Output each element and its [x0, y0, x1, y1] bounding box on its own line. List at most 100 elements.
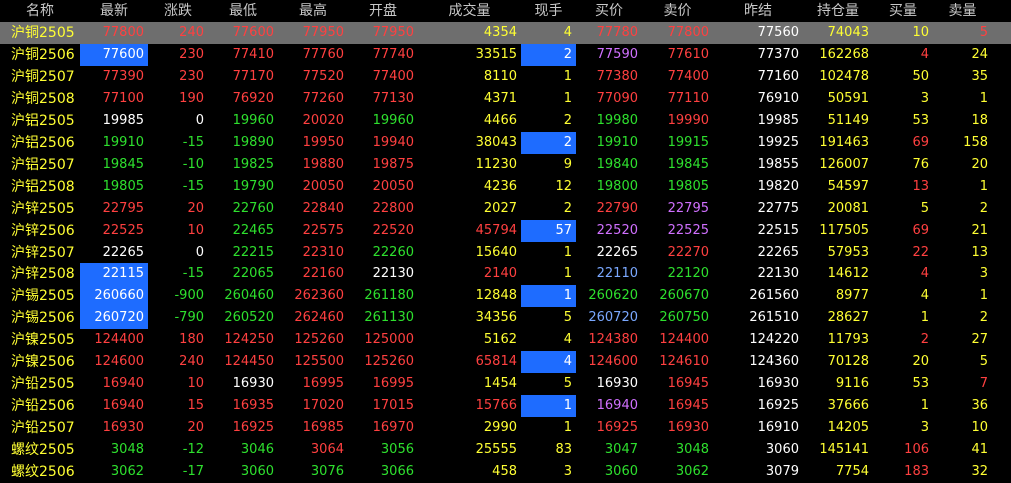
- table-row[interactable]: 沪铅2507 16930 20 16925 16985 16970 2990 1 16925 16…: [0, 417, 1011, 439]
- cell-low: 19960: [232, 112, 274, 128]
- cell-open-interest: 74043: [827, 25, 869, 40]
- table-row[interactable]: 沪锌2506 22525 10 22465 22575 22520 45794 57 22520…: [0, 219, 1011, 242]
- cell-bid: 3060: [604, 464, 638, 479]
- cell-low: 22465: [232, 222, 274, 238]
- cell-change: 10: [187, 376, 204, 392]
- column-header-change[interactable]: 涨跌: [148, 0, 208, 22]
- column-header-last-qty[interactable]: 现手: [521, 0, 576, 22]
- cell-bid: 19840: [596, 156, 638, 172]
- contract-name[interactable]: 沪锌2506: [0, 220, 80, 242]
- column-header-ask[interactable]: 卖价: [642, 0, 713, 22]
- contract-name[interactable]: 沪锡2505: [0, 285, 80, 307]
- cell-low: 22215: [232, 244, 274, 260]
- cell-open-interest: 7754: [835, 464, 869, 479]
- cell-bid-qty: 3: [920, 90, 929, 106]
- column-header-low[interactable]: 最低: [208, 0, 278, 22]
- column-header-open[interactable]: 开盘: [348, 0, 418, 22]
- cell-ask: 22525: [667, 222, 709, 238]
- cell-volume: 1454: [483, 376, 517, 392]
- contract-name[interactable]: 沪铝2506: [0, 132, 80, 154]
- cell-prev-settle: 124360: [749, 354, 799, 370]
- cell-change: 230: [179, 46, 204, 62]
- cell-open-interest: 50591: [827, 90, 869, 106]
- table-row[interactable]: 沪铅2505 16940 10 16930 16995 16995 1454 5 16930 16…: [0, 373, 1011, 395]
- cell-bid-qty: 22: [912, 244, 929, 260]
- cell-bid-qty: 3: [920, 420, 929, 436]
- contract-name[interactable]: 螺纹2506: [0, 461, 80, 483]
- table-row[interactable]: 沪铝2505 19985 0 19960 20020 19960 4466 2 19980 199…: [0, 110, 1011, 132]
- cell-change: 0: [195, 244, 204, 260]
- table-row[interactable]: 沪锌2507 22265 0 22215 22310 22260 15640 1 22265 22…: [0, 242, 1011, 264]
- table-row[interactable]: 沪铜2505 77800 240 77600 77950 77950 4354 4 77780 7…: [0, 22, 1011, 44]
- cell-latest: 22115: [80, 263, 148, 286]
- contract-name[interactable]: 沪镍2505: [0, 329, 80, 351]
- table-row[interactable]: 沪铜2508 77100 190 76920 77260 77130 4371 1 77090 7…: [0, 88, 1011, 110]
- table-row[interactable]: 沪锌2508 22115 -15 22065 22160 22130 2140 1 22110 2…: [0, 263, 1011, 286]
- contract-name[interactable]: 沪锡2506: [0, 307, 80, 329]
- table-row[interactable]: 沪镍2506 124600 240 124450 125500 125260 65814 4 1…: [0, 351, 1011, 374]
- table-row[interactable]: 沪铜2506 77600 230 77410 77760 77740 33515 2 77590…: [0, 43, 1011, 66]
- cell-last-qty: 2: [521, 131, 576, 154]
- contract-name[interactable]: 沪铝2505: [0, 110, 80, 132]
- cell-bid-qty: 5: [920, 200, 929, 216]
- cell-bid: 22520: [596, 222, 638, 238]
- cell-prev-settle: 77160: [757, 68, 799, 84]
- contract-name[interactable]: 沪铝2507: [0, 154, 80, 176]
- cell-bid-qty: 4: [920, 46, 929, 62]
- cell-open: 20050: [372, 178, 414, 194]
- table-row[interactable]: 沪铜2507 77390 230 77170 77520 77400 8110 1 77380 7…: [0, 66, 1011, 88]
- table-row[interactable]: 沪铅2506 16940 15 16935 17020 17015 15766 1 16940 1…: [0, 395, 1011, 418]
- column-header-prev-settle[interactable]: 昨结: [713, 0, 803, 22]
- cell-ask-qty: 35: [971, 68, 988, 84]
- cell-ask: 124400: [659, 332, 709, 348]
- table-row[interactable]: 螺纹2506 3062 -17 3060 3076 3066 458 3 3060 3062 307…: [0, 461, 1011, 483]
- cell-high: 262460: [294, 310, 344, 326]
- cell-ask-qty: 2: [979, 310, 988, 326]
- contract-name[interactable]: 沪锌2505: [0, 198, 80, 220]
- cell-ask-qty: 5: [979, 354, 988, 370]
- cell-change: 180: [179, 332, 204, 348]
- table-row[interactable]: 沪铝2507 19845 -10 19825 19880 19875 11230 9 19840…: [0, 154, 1011, 176]
- table-row[interactable]: 螺纹2505 3048 -12 3046 3064 3056 25555 83 3047 3048…: [0, 439, 1011, 461]
- cell-bid: 19980: [596, 112, 638, 128]
- cell-ask: 22795: [667, 200, 709, 216]
- column-header-high[interactable]: 最高: [278, 0, 348, 22]
- cell-high: 125500: [294, 354, 344, 370]
- table-row[interactable]: 沪铝2506 19910 -15 19890 19950 19940 38043 2 19910…: [0, 131, 1011, 154]
- contract-name[interactable]: 沪锌2507: [0, 242, 80, 264]
- cell-last-qty: 1: [521, 395, 576, 418]
- contract-name[interactable]: 沪铜2506: [0, 44, 80, 66]
- table-row[interactable]: 沪锡2505 260660 -900 260460 262360 261180 12848 1…: [0, 285, 1011, 308]
- contract-name[interactable]: 沪铅2505: [0, 373, 80, 395]
- column-header-bid-qty[interactable]: 买量: [873, 0, 933, 22]
- cell-ask-qty: 41: [971, 442, 988, 458]
- column-header-name[interactable]: 名称: [0, 0, 80, 22]
- column-header-bid[interactable]: 买价: [576, 0, 642, 22]
- table-row[interactable]: 沪锡2506 260720 -790 260520 262460 261130 34356 5…: [0, 307, 1011, 330]
- cell-ask-qty: 24: [971, 46, 988, 62]
- cell-last-qty: 83: [555, 442, 572, 458]
- cell-ask: 19915: [667, 134, 709, 150]
- contract-name[interactable]: 沪铜2505: [0, 22, 80, 44]
- cell-ask-qty: 20: [971, 156, 988, 172]
- cell-open-interest: 37666: [827, 398, 869, 414]
- contract-name[interactable]: 沪铅2506: [0, 395, 80, 417]
- contract-name[interactable]: 沪铝2508: [0, 176, 80, 198]
- contract-name[interactable]: 螺纹2505: [0, 439, 80, 461]
- cell-prev-settle: 22775: [757, 200, 799, 216]
- contract-name[interactable]: 沪铜2508: [0, 88, 80, 110]
- column-header-ask-qty[interactable]: 卖量: [933, 0, 992, 22]
- contract-name[interactable]: 沪铜2507: [0, 66, 80, 88]
- contract-name[interactable]: 沪铅2507: [0, 417, 80, 439]
- table-row[interactable]: 沪镍2505 124400 180 124250 125260 125000 5162 4 12…: [0, 329, 1011, 351]
- contract-name[interactable]: 沪镍2506: [0, 351, 80, 373]
- table-row[interactable]: 沪铝2508 19805 -15 19790 20050 20050 4236 12 19800…: [0, 176, 1011, 198]
- column-header-open-interest[interactable]: 持仓量: [803, 0, 873, 22]
- contract-name[interactable]: 沪锌2508: [0, 263, 80, 285]
- table-row[interactable]: 沪锌2505 22795 20 22760 22840 22800 2027 2 22790 22…: [0, 198, 1011, 220]
- cell-bid: 19910: [596, 134, 638, 150]
- column-header-volume[interactable]: 成交量: [418, 0, 521, 22]
- column-header-latest[interactable]: 最新: [80, 0, 148, 22]
- cell-open-interest: 191463: [819, 134, 869, 150]
- cell-prev-settle: 3060: [765, 442, 799, 458]
